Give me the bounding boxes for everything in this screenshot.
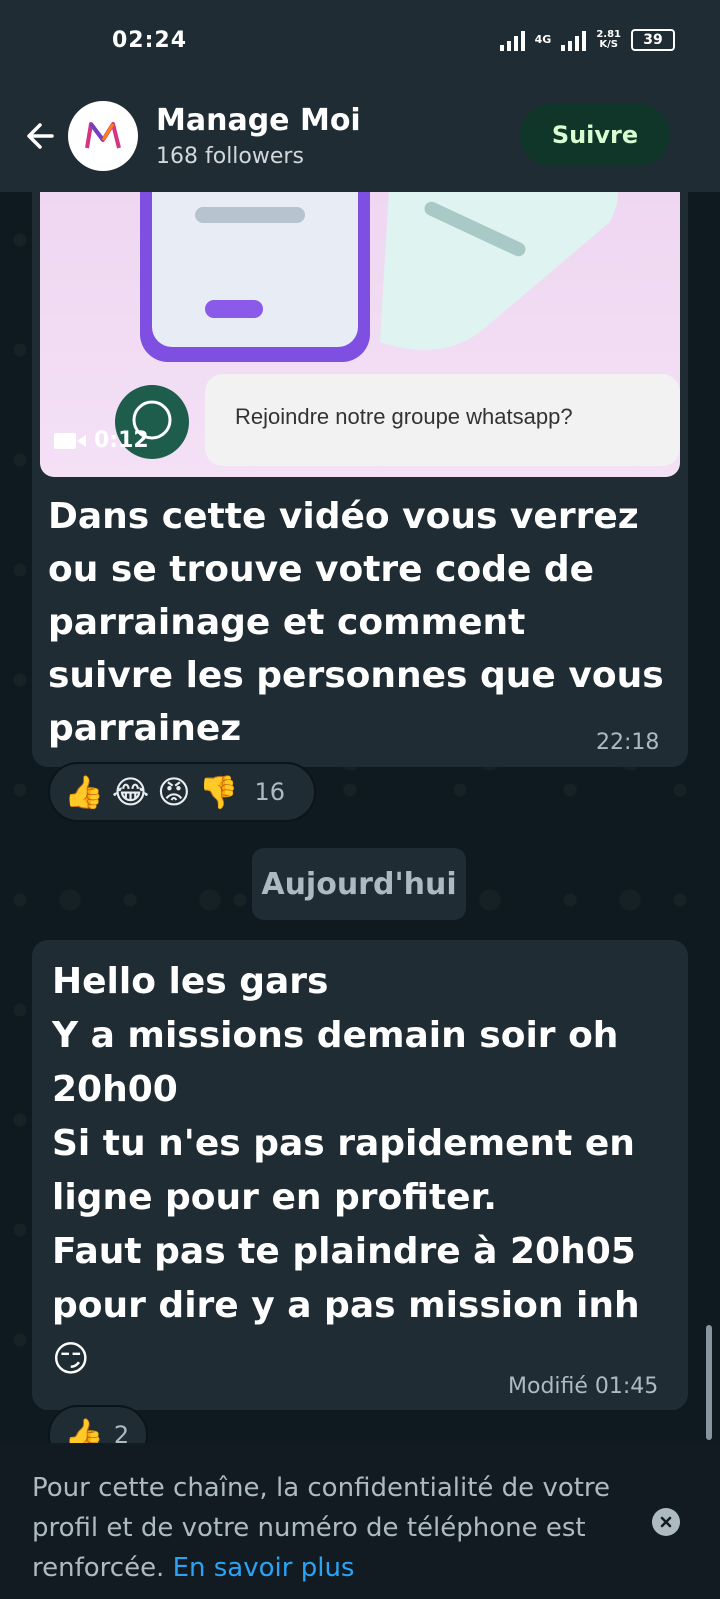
thumbs-up-icon: 👍 — [64, 773, 104, 811]
channel-info[interactable]: Manage Moi 168 followers — [156, 103, 361, 169]
battery-icon: 39 — [631, 29, 675, 51]
network-type: 4G — [534, 33, 552, 46]
follow-button[interactable]: Suivre — [520, 104, 670, 166]
laughing-icon: 😂 — [111, 773, 150, 811]
signal-icon-2 — [561, 29, 587, 51]
close-icon[interactable] — [652, 1508, 680, 1536]
privacy-notice: Pour cette chaîne, la confidentialité de… — [0, 1443, 720, 1599]
scrollbar[interactable] — [706, 1325, 712, 1440]
date-separator: Aujourd'hui — [252, 848, 466, 920]
network-speed: 2.81 K/S — [596, 29, 621, 50]
channel-logo-icon — [85, 122, 121, 149]
angry-icon: 😡 — [157, 773, 191, 811]
video-camera-icon — [54, 432, 86, 449]
status-icons: 4G 2.81 K/S 39 — [499, 29, 675, 51]
text-message-time: Modifié 01:45 — [508, 1374, 659, 1399]
channel-avatar[interactable] — [68, 101, 138, 171]
video-duration: 0:12 — [54, 428, 149, 453]
video-message-time: 22:18 — [596, 730, 660, 755]
video-thumbnail[interactable]: Rejoindre notre groupe whatsapp? 0:12 — [40, 192, 680, 477]
signal-icon — [499, 29, 525, 51]
battery-level: 39 — [643, 32, 663, 48]
learn-more-link[interactable]: En savoir plus — [173, 1553, 355, 1583]
status-time: 02:24 — [112, 27, 188, 53]
status-bar: 02:24 4G 2.81 K/S 39 — [0, 0, 720, 80]
channel-header: Manage Moi 168 followers Suivre — [0, 80, 720, 192]
video-message-text: Dans cette vidéo vous verrez ou se trouv… — [48, 496, 664, 749]
text-message-text: Hello les gars Y a missions demain soir … — [52, 961, 640, 1380]
channel-name: Manage Moi — [156, 103, 361, 138]
back-arrow-icon[interactable] — [12, 108, 68, 164]
reaction-count: 16 — [254, 778, 285, 806]
thumbs-down-icon: 👎 — [198, 773, 239, 811]
follower-count: 168 followers — [156, 144, 304, 169]
video-message-reactions[interactable]: 👍 😂 😡 👎 16 — [48, 762, 316, 822]
video-overlay-text: Rejoindre notre groupe whatsapp? — [235, 404, 573, 429]
